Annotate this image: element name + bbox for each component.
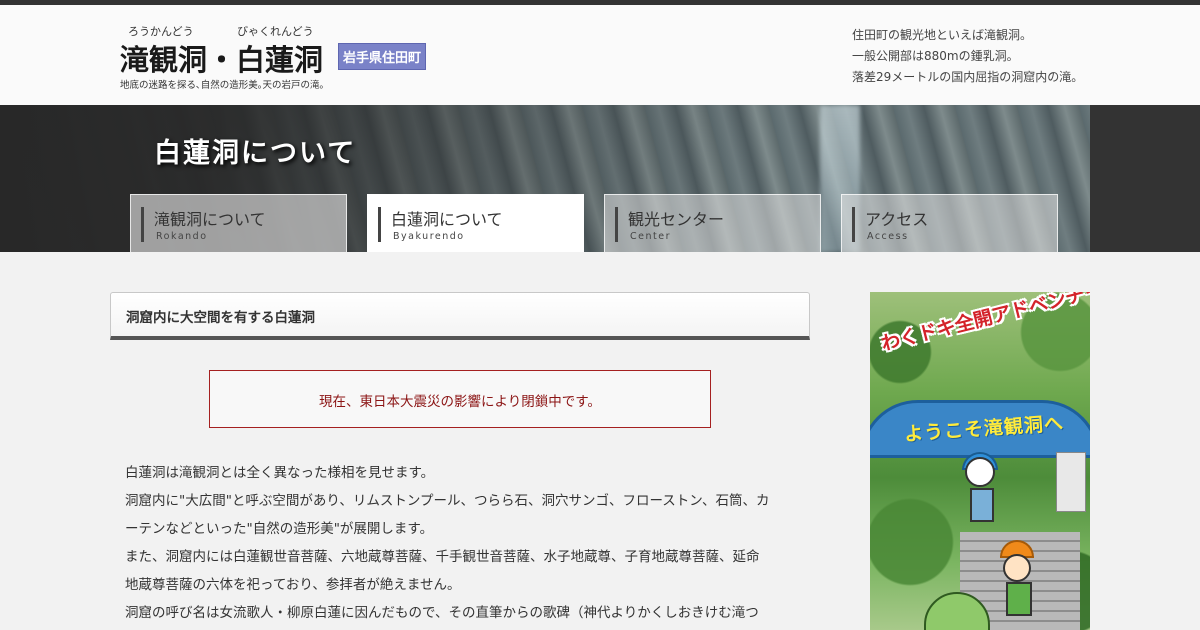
nav-item-sub: Center [630, 231, 671, 242]
signboard-illustration [1056, 452, 1086, 512]
page-title: 白蓮洞について [154, 138, 357, 169]
article-line: 洞窟内に"大広間"と呼ぶ空間があり、リムストンプール、つらら石、洞穴サンゴ、フロ… [125, 493, 770, 509]
section-heading: 洞窟内に大空間を有する白蓮洞 [110, 292, 810, 340]
site-title: 滝観洞・白蓮洞 [120, 43, 324, 77]
nav-item-center[interactable]: 観光センター Center [604, 194, 821, 252]
explorer-body [970, 488, 994, 522]
nav-marker [852, 207, 855, 242]
nav-item-label: 観光センター [628, 210, 725, 229]
nav-item-sub: Rokando [156, 231, 208, 242]
nav-item-label: 滝観洞について [154, 210, 266, 229]
header-info: 住田町の観光地といえば滝観洞。 一般公開部は880mの鍾乳洞。 落差29メートル… [852, 25, 1083, 88]
nav-item-access[interactable]: アクセス Access [841, 194, 1058, 252]
nav-item-rokando[interactable]: 滝観洞について Rokando [130, 194, 347, 252]
article-body: 白蓮洞は滝観洞とは全く異なった様相を見せます。 洞窟内に"大広間"と呼ぶ空間があ… [125, 459, 805, 627]
site-tagline: 地底の迷路を探る､自然の造形美｡天の岩戸の滝｡ [120, 80, 325, 91]
closure-notice: 現在、東日本大震災の影響により閉鎖中です。 [209, 370, 711, 428]
explorer-character [965, 457, 995, 487]
explorer-body [1006, 582, 1032, 616]
article-line: また、洞窟内には白蓮観世音菩薩、六地蔵尊菩薩、千手観世音菩薩、水子地蔵尊、子育地… [125, 549, 760, 565]
nav-marker [615, 207, 618, 242]
site-header: ろうかんどう びゃくれんどう 滝観洞・白蓮洞 岩手県住田町 地底の迷路を探る､自… [0, 5, 1200, 105]
hero-edge [1090, 105, 1200, 252]
header-info-line: 住田町の観光地といえば滝観洞。 [852, 28, 1033, 42]
article-line: 洞窟の呼び名は女流歌人・柳原白蓮に因んだもので、その直筆からの歌碑（神代よりかく… [125, 605, 759, 621]
nav-item-byakurendo[interactable]: 白蓮洞について Byakurendo [367, 194, 584, 252]
nav-item-sub: Byakurendo [393, 231, 465, 242]
closure-notice-text: 現在、東日本大震災の影響により閉鎖中です。 [319, 394, 601, 410]
article-line: 地蔵尊菩薩の六体を祀っており、参拝者が絶えません。 [125, 577, 461, 593]
nav-item-label: 白蓮洞について [391, 210, 503, 229]
article-line: 白蓮洞は滝観洞とは全く異なった様相を見せます。 [125, 465, 435, 481]
promo-banner[interactable]: わくドキ全開アドベンチャー!! ようこそ滝観洞へ [870, 292, 1090, 630]
nav-marker [378, 207, 381, 242]
hero-banner: 白蓮洞について 滝観洞について Rokando 白蓮洞について Byakuren… [0, 105, 1200, 252]
location-badge: 岩手県住田町 [338, 43, 427, 70]
article-line: ーテンなどといった"自然の造形美"が展開します。 [125, 521, 434, 537]
nav-item-sub: Access [867, 231, 909, 242]
section-heading-text: 洞窟内に大空間を有する白蓮洞 [126, 310, 315, 326]
nav-item-label: アクセス [865, 210, 929, 229]
explorer-character [1003, 554, 1031, 582]
header-info-line: 一般公開部は880mの鍾乳洞。 [852, 49, 1019, 63]
header-info-line: 落差29メートルの国内屈指の洞窟内の滝。 [852, 70, 1084, 84]
nav-marker [141, 207, 144, 242]
